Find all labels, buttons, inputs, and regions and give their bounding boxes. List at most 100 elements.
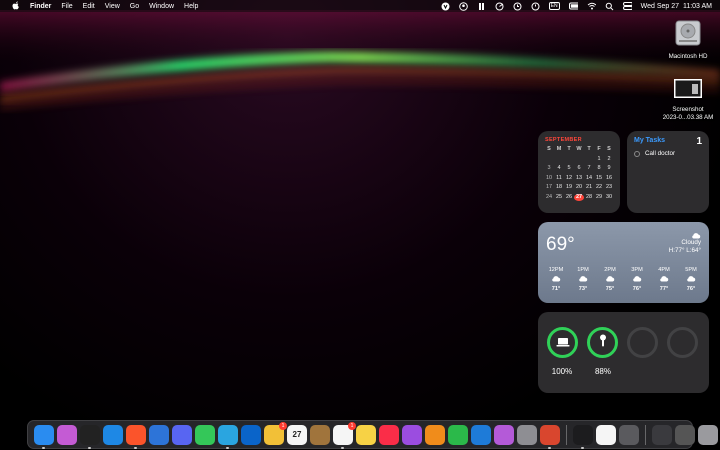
calendar-day[interactable]: 10 <box>544 175 554 182</box>
calendar-day[interactable]: 6 <box>574 165 584 172</box>
activity-monitor-icon[interactable] <box>573 424 593 449</box>
menu-help[interactable]: Help <box>184 3 198 10</box>
menu-edit[interactable]: Edit <box>83 3 95 10</box>
cloud-icon <box>605 275 615 284</box>
calendar-day[interactable]: 28 <box>584 194 594 201</box>
reminder-checkbox[interactable] <box>634 150 640 157</box>
clock-icon[interactable] <box>596 424 616 445</box>
calendar-day[interactable]: 27 <box>574 193 584 201</box>
calendar-day[interactable]: 4 <box>554 165 564 172</box>
sleep-icon[interactable] <box>531 2 540 11</box>
reminders-icon[interactable]: 1 <box>333 421 356 449</box>
vpn-icon[interactable] <box>441 2 450 11</box>
battery-ring-empty <box>627 327 658 358</box>
calendar-day[interactable]: 9 <box>604 165 614 172</box>
desktop-item-label: Macintosh HD <box>668 53 708 60</box>
wifi-icon[interactable] <box>587 2 596 11</box>
terminal-icon[interactable] <box>80 424 100 449</box>
calendar-day[interactable]: 26 <box>564 194 574 201</box>
finder-icon[interactable] <box>34 424 54 449</box>
calendar-day[interactable]: 21 <box>584 184 594 191</box>
search-icon[interactable] <box>605 2 614 11</box>
battery-percent-airpod: 88% <box>594 367 611 376</box>
photos-icon[interactable]: 1 <box>264 421 287 445</box>
calendar-day[interactable]: 23 <box>604 184 614 191</box>
calendar-day[interactable]: 19 <box>564 184 574 191</box>
calendar-app-icon[interactable]: 27 <box>287 424 307 445</box>
sandbox-icon[interactable] <box>149 424 169 445</box>
menubar-clock[interactable]: Wed Sep 27 11:03 AM <box>641 3 712 10</box>
downloads-stack-icon[interactable] <box>675 424 695 445</box>
recent-screenshot-icon[interactable] <box>652 424 672 445</box>
calendar-day[interactable]: 20 <box>574 184 584 191</box>
launchpad-icon[interactable] <box>57 424 77 445</box>
pages-icon[interactable] <box>425 424 445 445</box>
calculator-icon[interactable] <box>619 424 639 445</box>
outlook-icon[interactable] <box>241 424 261 445</box>
calendar-day[interactable]: 30 <box>604 194 614 201</box>
time-machine-icon[interactable] <box>513 2 522 11</box>
calendar-day[interactable]: 3 <box>544 165 554 172</box>
menu-file[interactable]: File <box>61 3 72 10</box>
calendar-day[interactable]: 17 <box>544 184 554 191</box>
telegram-icon[interactable] <box>218 424 238 449</box>
trash-icon[interactable] <box>698 424 718 445</box>
running-indicator <box>341 446 344 449</box>
flower-app-icon[interactable] <box>494 424 514 445</box>
numbers-icon[interactable] <box>448 424 468 445</box>
reminders-widget[interactable]: My Tasks 1 Call doctor <box>627 131 709 213</box>
podcasts-icon[interactable] <box>402 424 422 445</box>
dock-recent <box>652 424 718 445</box>
messages-icon[interactable] <box>195 424 215 445</box>
calendar-day[interactable]: 14 <box>584 175 594 182</box>
calendar-day[interactable]: 12 <box>564 175 574 182</box>
system-settings-icon[interactable] <box>517 424 537 445</box>
calendar-day[interactable]: 15 <box>594 175 604 182</box>
calendar-day[interactable]: 2 <box>604 156 614 163</box>
weather-widget[interactable]: 69° Cloudy H:77° L:64° 12PM 71° 1PM 73° 2PM 7… <box>538 222 709 303</box>
calendar-empty-day <box>574 156 584 163</box>
calendar-day[interactable]: 13 <box>574 175 584 182</box>
hour-label: 3PM <box>631 267 643 273</box>
calendar-day[interactable]: 18 <box>554 184 564 191</box>
menu-window[interactable]: Window <box>149 3 174 10</box>
keyboard-input-icon[interactable]: EN <box>548 2 560 10</box>
brave-icon[interactable] <box>126 424 146 449</box>
desktop-item-screenshot[interactable]: Screenshot 2023-0...03.38 AM <box>653 77 720 122</box>
hour-temperature: 76° <box>686 286 696 292</box>
calendar-widget[interactable]: SEPTEMBER S M T W T F S 1 2 3 4 5 6 7 8 9 10 11 12 13 14 15 16… <box>538 131 620 213</box>
calendar-day[interactable]: 11 <box>554 175 564 182</box>
keynote-icon[interactable] <box>471 424 491 445</box>
safari-icon[interactable] <box>103 424 123 445</box>
menu-go[interactable]: Go <box>130 3 139 10</box>
apple-menu-icon[interactable] <box>12 0 20 12</box>
menu-view[interactable]: View <box>105 3 120 10</box>
radar-icon[interactable] <box>495 2 504 11</box>
notes-icon[interactable] <box>356 424 376 445</box>
reminder-item[interactable]: Call doctor <box>634 150 702 157</box>
calendar-day[interactable]: 16 <box>604 175 614 182</box>
calendar-day[interactable]: 29 <box>594 194 604 201</box>
brush-icon[interactable] <box>477 2 486 11</box>
archive-icon[interactable] <box>310 424 330 445</box>
calendar-day[interactable]: 22 <box>594 184 604 191</box>
calendar-day[interactable]: 5 <box>564 165 574 172</box>
app-menu-finder[interactable]: Finder <box>30 3 51 10</box>
calendar-day[interactable]: 7 <box>584 165 594 172</box>
battery-icon[interactable] <box>568 2 578 11</box>
calendar-day[interactable]: 8 <box>594 165 604 172</box>
battery-ring-mac <box>547 327 578 358</box>
music-icon[interactable] <box>379 424 399 445</box>
desktop-item-macintosh-hd[interactable]: Macintosh HD <box>653 18 720 61</box>
batteries-widget[interactable]: 100% 88% <box>538 312 709 393</box>
screenshot-file-icon <box>673 77 703 106</box>
user-icon[interactable] <box>458 1 468 11</box>
control-center-icon[interactable] <box>622 2 632 11</box>
calendar-day[interactable]: 25 <box>554 194 564 201</box>
airpod-icon <box>599 334 607 352</box>
calendar-day[interactable]: 24 <box>544 194 554 201</box>
calendar-day[interactable]: 1 <box>594 156 604 163</box>
remote-desktop-icon[interactable] <box>540 424 560 449</box>
calendar-app-day: 27 <box>292 430 302 439</box>
discord-icon[interactable] <box>172 424 192 445</box>
